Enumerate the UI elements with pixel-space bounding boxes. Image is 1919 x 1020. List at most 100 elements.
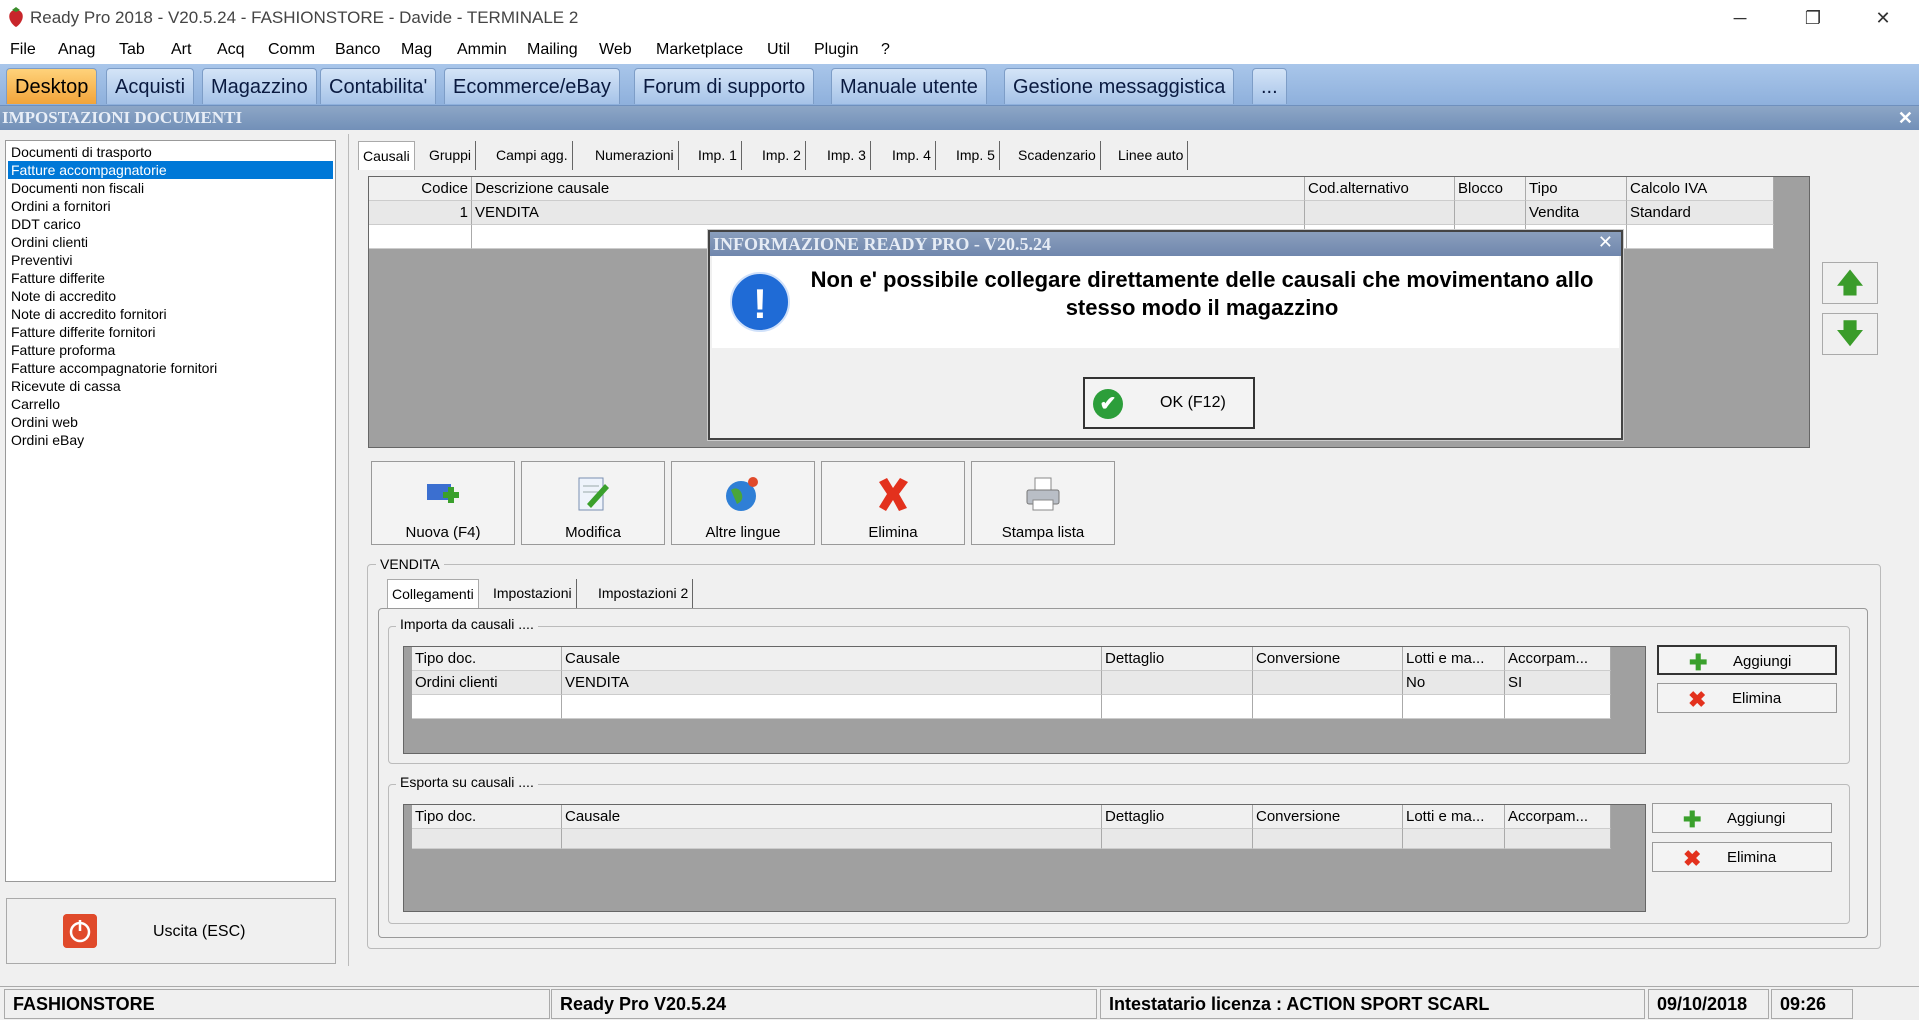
cell[interactable] (412, 829, 562, 849)
menu-mailing[interactable]: Mailing (527, 41, 578, 59)
tab-imp-4[interactable]: Imp. 4 (888, 141, 936, 170)
tab-imp-3[interactable]: Imp. 3 (823, 141, 871, 170)
list-item[interactable]: Ordini web (11, 413, 78, 431)
tab-imp-5[interactable]: Imp. 5 (952, 141, 1000, 170)
column-header[interactable]: Causale (562, 647, 1102, 671)
ok-button[interactable]: ✔ OK (F12) (1083, 377, 1255, 429)
restore-button[interactable]: ❐ (1793, 4, 1833, 32)
new-button[interactable]: Nuova (F4) (371, 461, 515, 545)
cell[interactable]: 1 (369, 201, 472, 225)
list-item[interactable]: Carrello (11, 395, 60, 413)
list-item[interactable]: Fatture proforma (11, 341, 115, 359)
tab-ecommerce[interactable]: Ecommerce/eBay (444, 68, 620, 104)
move-up-button[interactable]: 🡅 (1822, 262, 1878, 304)
cell[interactable]: VENDITA (562, 671, 1102, 695)
table-row[interactable]: 1 VENDITA Vendita Standard (369, 201, 1774, 225)
list-item[interactable]: Ricevute di cassa (11, 377, 121, 395)
menu-tab[interactable]: Tab (119, 41, 145, 59)
tab-collegamenti[interactable]: Collegamenti (387, 579, 479, 608)
list-item[interactable]: Note di accredito (11, 287, 116, 305)
export-add-button[interactable]: ✚ Aggiungi (1652, 803, 1832, 833)
column-header[interactable]: Descrizione causale (472, 177, 1305, 201)
cell[interactable] (1102, 829, 1253, 849)
cell[interactable] (1102, 695, 1253, 719)
column-header[interactable]: Tipo doc. (412, 805, 562, 829)
document-type-list[interactable]: Documenti di trasporto Fatture accompagn… (5, 140, 336, 882)
list-item[interactable]: Ordini a fornitori (11, 197, 111, 215)
cell[interactable] (1253, 695, 1403, 719)
list-item-selected[interactable]: Fatture accompagnatorie (8, 161, 333, 179)
section-close-button[interactable]: ✕ (1898, 106, 1913, 130)
column-header[interactable]: Accorpam... (1505, 805, 1611, 829)
tab-scadenzario[interactable]: Scadenzario (1014, 141, 1101, 170)
import-grid[interactable]: Tipo doc. Causale Dettaglio Conversione … (403, 646, 1646, 754)
tab-campi-agg[interactable]: Campi agg. (492, 141, 573, 170)
tab-manuale[interactable]: Manuale utente (831, 68, 987, 104)
cell[interactable]: Ordini clienti (412, 671, 562, 695)
tab-imp-1[interactable]: Imp. 1 (694, 141, 742, 170)
cell[interactable] (1253, 671, 1403, 695)
export-grid[interactable]: Tipo doc. Causale Dettaglio Conversione … (403, 804, 1646, 912)
other-languages-button[interactable]: Altre lingue (671, 461, 815, 545)
column-header[interactable]: Codice (369, 177, 472, 201)
menu-acq[interactable]: Acq (217, 41, 245, 59)
list-item[interactable]: Fatture differite (11, 269, 105, 287)
cell[interactable] (1305, 201, 1455, 225)
cell[interactable] (1403, 829, 1505, 849)
menu-banco[interactable]: Banco (335, 41, 380, 59)
export-delete-button[interactable]: ✖ Elimina (1652, 842, 1832, 872)
column-header[interactable]: Lotti e ma... (1403, 647, 1505, 671)
cell[interactable]: VENDITA (472, 201, 1305, 225)
tab-impostazioni[interactable]: Impostazioni (489, 579, 577, 608)
cell[interactable] (1455, 201, 1526, 225)
tab-numerazioni[interactable]: Numerazioni (591, 141, 679, 170)
column-header[interactable]: Tipo doc. (412, 647, 562, 671)
menu-marketplace[interactable]: Marketplace (656, 41, 743, 59)
edit-button[interactable]: Modifica (521, 461, 665, 545)
dialog-close-button[interactable]: ✕ (1598, 232, 1613, 253)
import-delete-button[interactable]: ✖ Elimina (1657, 683, 1837, 713)
column-header[interactable]: Accorpam... (1505, 647, 1611, 671)
list-item[interactable]: Documenti non fiscali (11, 179, 144, 197)
tab-impostazioni-2[interactable]: Impostazioni 2 (594, 579, 694, 608)
cell[interactable] (1505, 829, 1611, 849)
cell[interactable] (562, 695, 1102, 719)
cell[interactable]: Standard (1627, 201, 1774, 225)
close-window-button[interactable]: ✕ (1863, 4, 1903, 32)
tab-magazzino[interactable]: Magazzino (202, 68, 317, 104)
list-item[interactable]: Ordini clienti (11, 233, 88, 251)
table-row[interactable] (412, 695, 1611, 719)
list-item[interactable]: Preventivi (11, 251, 72, 269)
tab-desktop[interactable]: Desktop (6, 68, 98, 104)
tab-contabilita[interactable]: Contabilita' (320, 68, 437, 104)
menu-mag[interactable]: Mag (401, 41, 432, 59)
move-down-button[interactable]: 🡇 (1822, 313, 1878, 355)
tab-causali[interactable]: Causali (358, 141, 415, 170)
tab-acquisti[interactable]: Acquisti (106, 68, 195, 104)
column-header[interactable]: Dettaglio (1102, 647, 1253, 671)
cell[interactable]: SI (1505, 671, 1611, 695)
list-item[interactable]: Note di accredito fornitori (11, 305, 167, 323)
menu-anag[interactable]: Anag (58, 41, 95, 59)
cell[interactable] (1403, 695, 1505, 719)
exit-button[interactable]: Uscita (ESC) (6, 898, 336, 964)
cell[interactable] (1627, 225, 1774, 249)
column-header[interactable]: Causale (562, 805, 1102, 829)
cell[interactable]: Vendita (1526, 201, 1627, 225)
menu-util[interactable]: Util (767, 41, 790, 59)
cell[interactable]: No (1403, 671, 1505, 695)
tab-messaggistica[interactable]: Gestione messaggistica (1004, 68, 1235, 104)
menu-ammin[interactable]: Ammin (457, 41, 507, 59)
column-header[interactable]: Blocco (1455, 177, 1526, 201)
table-row[interactable]: Ordini clienti VENDITA No SI (412, 671, 1611, 695)
cell[interactable] (1505, 695, 1611, 719)
menu-help[interactable]: ? (881, 41, 890, 59)
import-add-button[interactable]: ✚ Aggiungi (1657, 645, 1837, 675)
delete-button[interactable]: Elimina (821, 461, 965, 545)
table-row[interactable] (412, 829, 1611, 849)
list-item[interactable]: DDT carico (11, 215, 81, 233)
menu-plugin[interactable]: Plugin (814, 41, 858, 59)
list-item[interactable]: Fatture accompagnatorie fornitori (11, 359, 217, 377)
print-list-button[interactable]: Stampa lista (971, 461, 1115, 545)
tab-gruppi[interactable]: Gruppi (425, 141, 477, 170)
